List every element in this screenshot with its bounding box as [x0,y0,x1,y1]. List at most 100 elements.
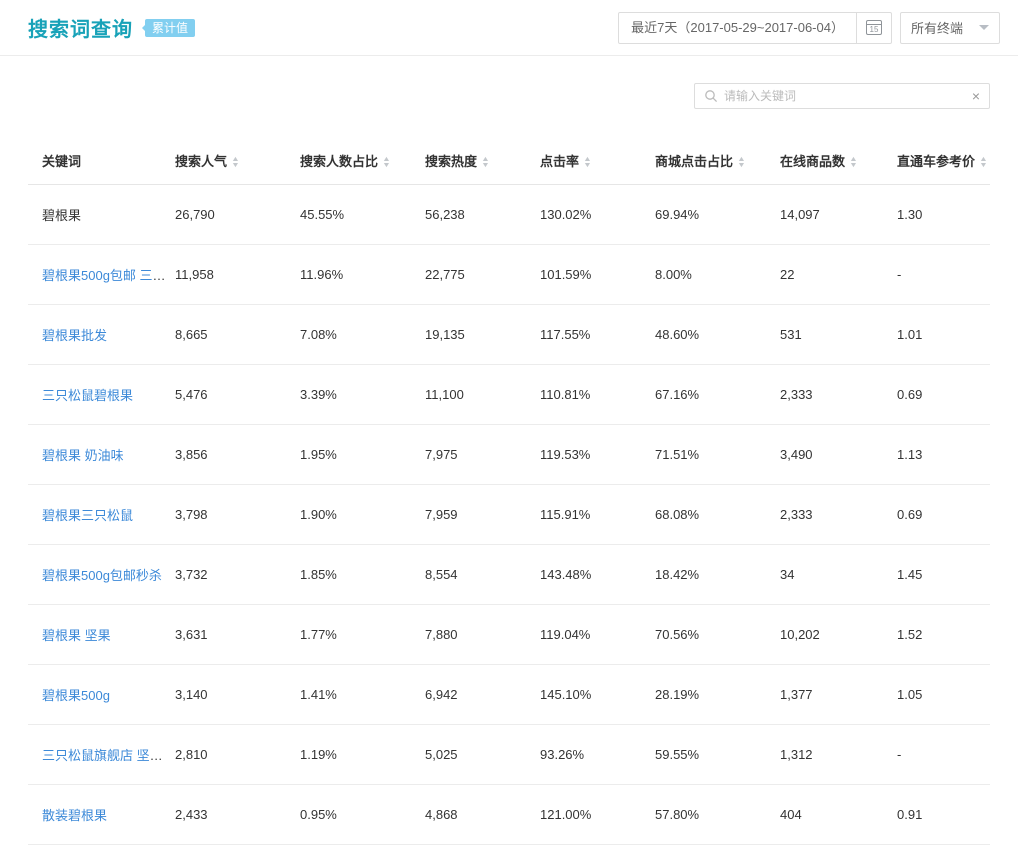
search-input[interactable] [724,89,966,103]
cell-value: 8,554 [425,544,540,605]
column-label: 点击率 [540,154,580,169]
topbar: 搜索词查询 累计值 最近7天（2017-05-29~2017-06-04） 15… [0,0,1018,56]
cell-value: 26,790 [175,184,300,245]
cell-value: 18.99% [655,844,780,853]
column-header-search_share[interactable]: 搜索人数占比 ▲ ▼ [300,135,425,185]
cell-value: 2,433 [175,784,300,845]
sort-icon[interactable]: ▲ ▼ [382,156,391,169]
column-header-mall_click_share[interactable]: 商城点击占比 ▲ ▼ [655,135,780,185]
terminal-dropdown-label: 所有终端 [910,21,963,36]
date-range-selector[interactable]: 最近7天（2017-05-29~2017-06-04） [618,11,857,44]
cell-value: 2,333 [780,364,897,425]
keyword-link[interactable]: 碧根果 奶油味 [42,448,124,463]
keyword-link[interactable]: 碧根果500g [42,688,110,703]
cell-value: 59.55% [655,724,780,785]
cell-value: 2,333 [780,484,897,545]
clear-icon[interactable]: × [966,89,980,103]
keyword-text: 碧根果 [42,208,82,223]
cell-value: 69.94% [655,184,780,245]
table-row: 碧根果 奶油味 3,856 1.95% 7,975 119.53% 71.51% 3,490… [28,424,990,485]
sort-icon[interactable]: ▲ ▼ [583,156,592,169]
cell-value: 119.53% [540,424,655,485]
cell-value: 6,942 [425,664,540,725]
cell-value: 71.51% [655,424,780,485]
column-header-search_heat[interactable]: 搜索热度 ▲ ▼ [425,135,540,185]
cell-value: 0.69 [897,484,990,545]
table-header-row: 关键词 搜索人气 ▲ ▼ 搜索人数占比 ▲ ▼ 搜索热度 ▲ ▼ 点击率 ▲ ▼ 商城点击占比 ▲ ▼ 在线商品… [28,135,990,185]
cell-value: 57.80% [655,784,780,845]
cell-value: 1.85% [300,544,425,605]
cell-value: 22 [780,244,897,305]
keyword-link[interactable]: 三只松鼠碧根果 [42,388,133,403]
cell-value: 3,140 [175,664,300,725]
cell-value: 1.19% [300,724,425,785]
keyword-cell: 三只松鼠碧根果 [28,364,175,425]
cell-value: 5,025 [425,724,540,785]
keyword-cell: 碧根果500g [28,664,175,725]
cell-value: 10,202 [780,604,897,665]
table-row: 碧根果500g包邮秒杀 3,732 1.85% 8,554 143.48% 18.42% 3… [28,544,990,605]
cell-value: 3,490 [780,424,897,485]
cell-value: 1.13 [897,424,990,485]
cell-value: 70.56% [655,604,780,665]
cell-value: 145.10% [540,664,655,725]
cell-value: 1,377 [780,844,897,853]
cell-value: 11.96% [300,244,425,305]
cell-value: 3.39% [300,364,425,425]
column-label: 搜索人气 [175,154,228,169]
sort-icon[interactable]: ▲ ▼ [979,156,988,169]
table-row: 碧根果 500g2,3640.91%5,264125.97%18.99%1,37… [28,844,990,853]
table-row: 碧根果 坚果 3,631 1.77% 7,880 119.04% 70.56% 10,202… [28,604,990,665]
column-label: 在线商品数 [780,154,846,169]
cell-value: 1,377 [780,664,897,725]
calendar-icon-day: 15 [869,25,879,34]
sort-icon[interactable]: ▲ ▼ [737,156,746,169]
cell-value: 2,810 [175,724,300,785]
cell-value: 119.04% [540,604,655,665]
keyword-link[interactable]: 三只松鼠旗舰店 坚果 ... [42,748,175,763]
cell-value: 0.95% [300,784,425,845]
cell-value: 130.02% [540,184,655,245]
cell-value: 45.55% [300,184,425,245]
calendar-button[interactable]: 15 [855,11,892,44]
keyword-link[interactable]: 碧根果500g包邮秒杀 [42,568,162,583]
keyword-link[interactable]: 碧根果500g包邮 三只... [42,268,175,283]
column-header-online_products[interactable]: 在线商品数 ▲ ▼ [780,135,897,185]
keyword-cell: 碧根果 500g [28,844,175,853]
table-row: 三只松鼠碧根果 5,476 3.39% 11,100 110.81% 67.16% 2,33… [28,364,990,425]
column-header-ctr[interactable]: 点击率 ▲ ▼ [540,135,655,185]
sort-icon[interactable]: ▲ ▼ [849,156,858,169]
cell-value: 2,364 [175,844,300,853]
table-body: 碧根果 26,790 45.55% 56,238 130.02% 69.94% 14,097… [28,184,990,853]
keyword-link[interactable]: 碧根果 坚果 [42,628,111,643]
cell-value: 1.41% [300,664,425,725]
keyword-link[interactable]: 散装碧根果 [42,808,107,823]
sort-icon[interactable]: ▲ ▼ [481,156,490,169]
title-wrap: 搜索词查询 累计值 [28,13,196,42]
sort-icon[interactable]: ▲ ▼ [231,156,240,169]
keyword-link[interactable]: 碧根果三只松鼠 [42,508,133,523]
cell-value: 5,476 [175,364,300,425]
table-row: 三只松鼠旗舰店 坚果 ... 2,810 1.19% 5,025 93.26% 59.55… [28,724,990,785]
cell-value: 14,097 [780,184,897,245]
cell-value: 5,264 [425,844,540,853]
cell-value: 404 [780,784,897,845]
page-title: 搜索词查询 [28,19,133,41]
keyword-cell: 碧根果批发 [28,304,175,365]
cell-value: 11,958 [175,244,300,305]
search-icon [704,89,718,103]
cell-value: 531 [780,304,897,365]
column-header-ztc_ref_price[interactable]: 直通车参考价 ▲ ▼ [897,135,990,185]
cell-value: 3,631 [175,604,300,665]
column-header-search_popularity[interactable]: 搜索人气 ▲ ▼ [175,135,300,185]
cell-value: 3,798 [175,484,300,545]
cell-value: 1.05 [897,664,990,725]
terminal-dropdown[interactable]: 所有终端 [899,11,1000,44]
cell-value: 125.97% [540,844,655,853]
keyword-cell: 碧根果 坚果 [28,604,175,665]
cell-value: 0.69 [897,364,990,425]
keyword-link[interactable]: 碧根果批发 [42,328,107,343]
cell-value: 117.55% [540,304,655,365]
cell-value: 115.91% [540,484,655,545]
cell-value: 68.08% [655,484,780,545]
